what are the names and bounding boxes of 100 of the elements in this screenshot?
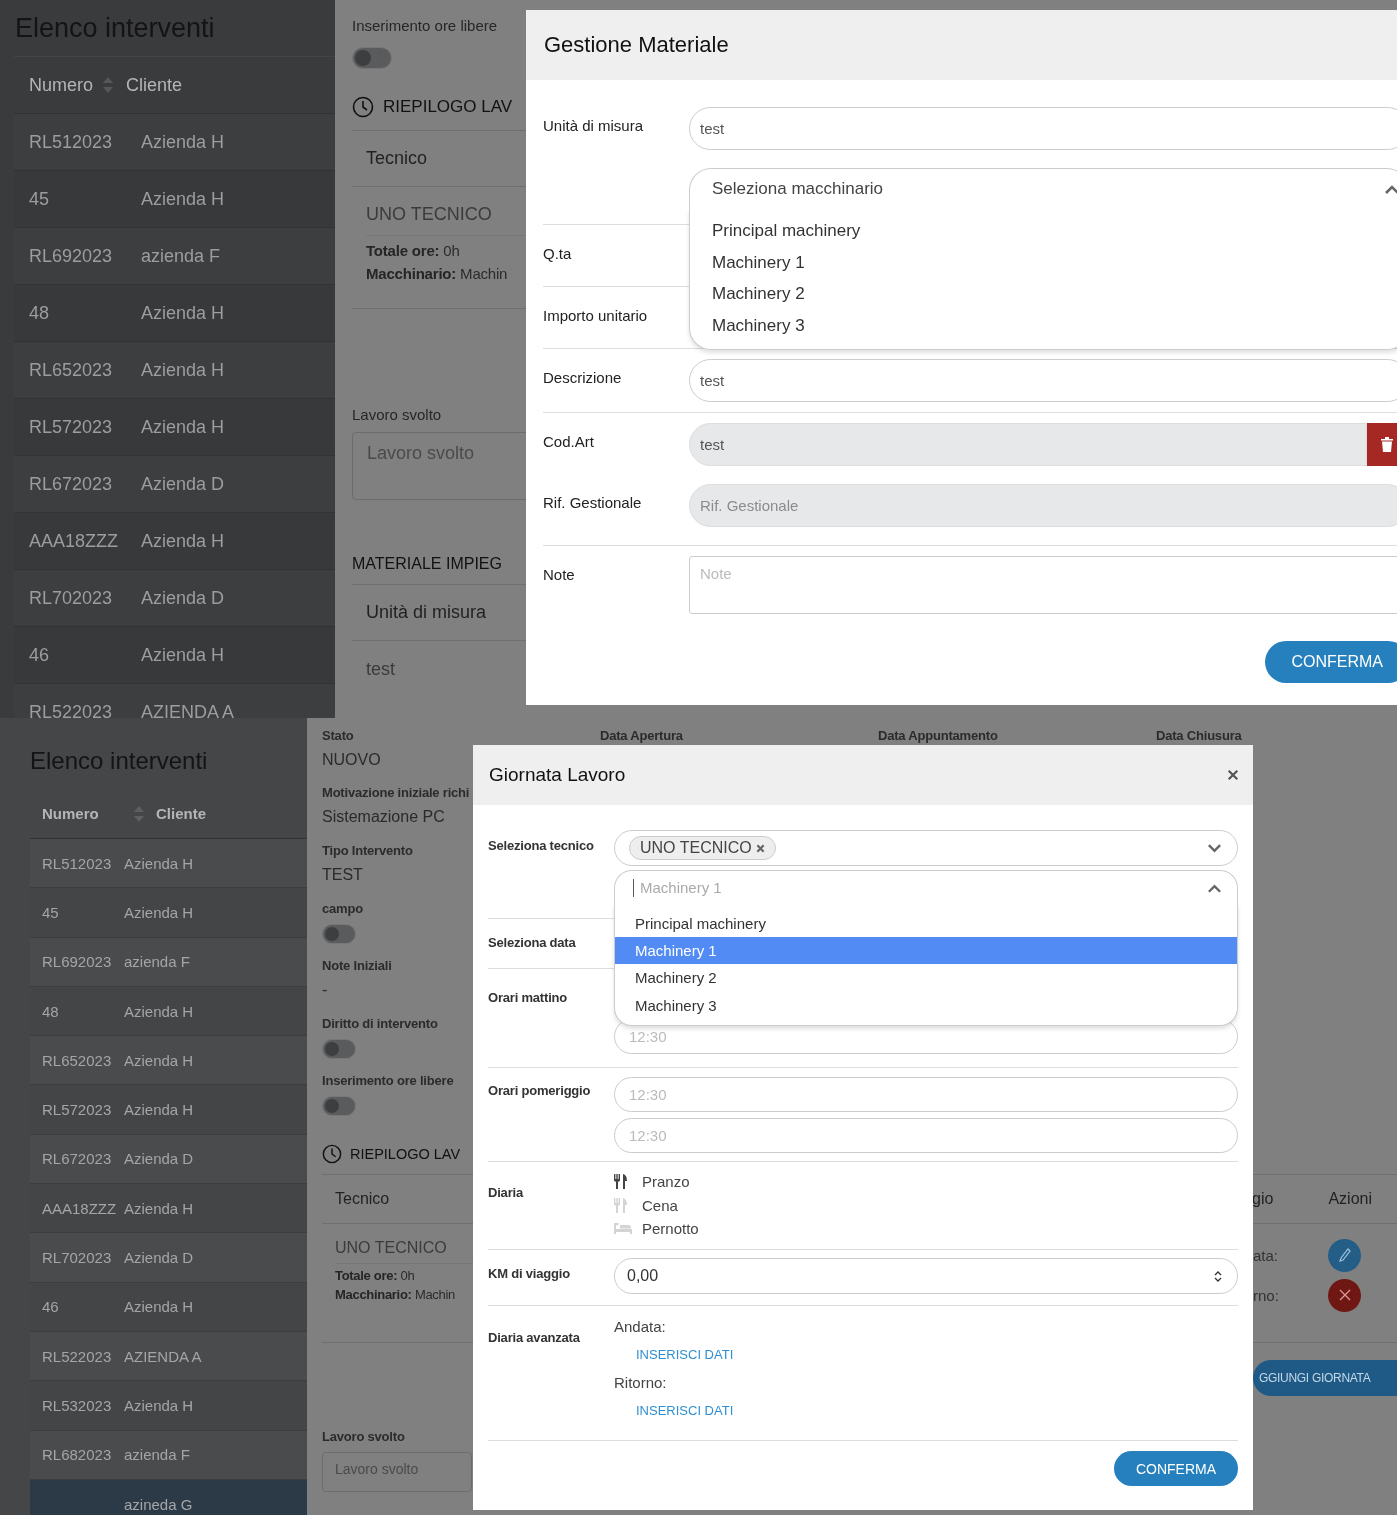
field-label: Lavoro svolto <box>322 1429 406 1444</box>
table-row[interactable]: RL522023 AZIENDA A <box>30 1331 307 1382</box>
field-label: campo <box>322 901 364 916</box>
dropdown-option[interactable]: Machinery 2 <box>615 964 1237 992</box>
machine-select[interactable]: Machinery 1 <box>614 870 1238 905</box>
field-label: Motivazione iniziale richi <box>322 785 471 800</box>
sort-icon[interactable] <box>134 805 144 822</box>
dropdown-option[interactable]: Machinery 2 <box>690 278 1397 310</box>
field-label: Q.ta <box>543 244 573 264</box>
note-textarea[interactable]: Note <box>689 556 1397 614</box>
column-header: Tecnico <box>335 1190 390 1208</box>
section-title: RIEPILOGO LAV <box>350 1146 461 1162</box>
table-cell: Azienda H <box>141 359 225 381</box>
column-header: Azioni <box>1328 1190 1372 1208</box>
chevron-icon <box>1207 882 1222 893</box>
dropdown-option[interactable]: Machinery 1 <box>690 246 1397 278</box>
fork-knife-icon[interactable] <box>614 1174 628 1190</box>
table-cell: Azienda H <box>141 530 225 552</box>
spinner-icon[interactable] <box>1214 1269 1222 1283</box>
remove-icon[interactable] <box>755 843 765 853</box>
table-cell-text: RL702023 <box>41 1249 113 1266</box>
table-cell: Azienda D <box>141 587 225 609</box>
allowance-label: Pernotto <box>642 1220 699 1238</box>
confirm-button[interactable]: CONFERMA <box>1113 1451 1238 1486</box>
insert-data-link[interactable]: INSERISCI DATI <box>636 1347 734 1362</box>
table-cell-text: test <box>365 658 396 680</box>
toggle-switch[interactable] <box>322 1039 356 1059</box>
modal-title: Giornata Lavoro <box>489 764 626 786</box>
dropdown-option[interactable]: Machinery 3 <box>615 991 1237 1019</box>
table-row[interactable]: RL672023 Azienda D <box>30 1134 307 1185</box>
field-value: Sistemazione PC <box>322 808 446 826</box>
table-cell-text: RL572023 <box>28 416 114 438</box>
delete-button[interactable] <box>1328 1278 1361 1312</box>
table-cell-text: RL652023 <box>28 359 114 381</box>
time-input[interactable]: 12:30 <box>614 1118 1238 1153</box>
machine-info: Macchinario: Machin <box>335 1287 456 1302</box>
select-placeholder: Machinery 1 <box>640 879 722 896</box>
section-title: MATERIALE IMPIEG <box>352 555 503 573</box>
trash-icon <box>1381 437 1393 452</box>
time-input[interactable]: 12:30 <box>614 1077 1238 1112</box>
modal-title: Gestione Materiale <box>544 32 729 58</box>
delete-button[interactable] <box>1367 423 1397 466</box>
confirm-button[interactable]: CONFERMA <box>1265 641 1397 683</box>
table-row[interactable]: RL512023 Azienda H <box>30 839 307 889</box>
table-row[interactable]: RL702023 Azienda D <box>30 1233 307 1283</box>
table-row[interactable]: RL692023 azienda F <box>30 937 307 987</box>
table-cell: Azienda H <box>124 1002 194 1020</box>
toggle-switch[interactable] <box>352 47 392 69</box>
column-header: Tecnico <box>366 148 428 169</box>
table-row[interactable]: RL682023 azienda F <box>30 1430 307 1480</box>
sort-icon[interactable] <box>103 77 114 93</box>
table-cell: azienda F <box>141 245 221 267</box>
column-header[interactable]: Cliente <box>156 805 206 822</box>
table-cell-text: RL572023 <box>41 1101 113 1119</box>
dropdown-option[interactable]: Machinery 1 <box>615 937 1237 965</box>
field-label: Diaria <box>488 1184 525 1202</box>
table-cell-text: AAA18ZZZ <box>41 1199 118 1217</box>
bed-icon[interactable] <box>614 1223 632 1235</box>
dropdown-option[interactable]: Machinery 3 <box>690 309 1397 341</box>
field-label: Seleziona tecnico <box>488 837 595 855</box>
field-label: Stato <box>322 728 355 743</box>
column-header[interactable]: Cliente <box>126 74 183 96</box>
dropdown-option[interactable]: Principal machinery <box>690 215 1397 247</box>
table-cell-text: RL522023 <box>28 701 114 718</box>
close-icon[interactable] <box>1227 769 1239 781</box>
text-cursor <box>633 878 634 897</box>
field-label: Seleziona data <box>488 934 577 952</box>
table-cell-text: AAA18ZZZ <box>28 530 120 552</box>
field-label: Unità di misura <box>543 116 645 136</box>
column-header[interactable]: Numero <box>30 805 124 822</box>
table-cell-text: RL682023 <box>41 1446 113 1464</box>
table-row[interactable]: RL652023 Azienda H <box>30 1036 307 1086</box>
field-label: Data Chiusura <box>1156 728 1243 743</box>
toggle-switch[interactable] <box>322 1096 356 1116</box>
table-cell-text: RL512023 <box>28 131 114 153</box>
table-cell-text: RL672023 <box>41 1150 113 1168</box>
table-cell: azineda G <box>124 1495 193 1513</box>
table-cell: Azienda H <box>124 1051 194 1069</box>
field-label: Diaria avanzata <box>488 1329 581 1347</box>
unit-input[interactable]: test <box>689 107 1397 150</box>
table-cell: AZIENDA A <box>124 1347 202 1365</box>
field-label: Orari mattino <box>488 989 569 1007</box>
edit-button[interactable] <box>1328 1238 1361 1272</box>
field-label: Inserimento ore libere <box>352 17 499 34</box>
table-cell-text: 45 <box>41 903 60 921</box>
table-row[interactable]: azineda G <box>30 1479 307 1515</box>
field-label: rno: <box>1253 1286 1279 1304</box>
table-cell-text: RL532023 <box>41 1396 113 1414</box>
table-cell: Azienda H <box>141 131 225 153</box>
column-header[interactable]: Numero <box>14 74 94 96</box>
machine-select[interactable]: Seleziona macchinario <box>689 168 1397 210</box>
table-cell: Azienda H <box>141 302 225 324</box>
toggle-switch[interactable] <box>322 924 356 944</box>
dropdown-option[interactable]: Principal machinery <box>615 910 1237 938</box>
description-input[interactable]: test <box>689 359 1397 402</box>
field-label: Data Apertura <box>600 728 684 743</box>
add-day-button[interactable]: GGIUNGI GIORNATA <box>1253 1360 1397 1396</box>
trip-label: Andata: <box>614 1318 667 1335</box>
allowance-label: Pranzo <box>642 1173 690 1191</box>
insert-data-link[interactable]: INSERISCI DATI <box>636 1403 734 1418</box>
